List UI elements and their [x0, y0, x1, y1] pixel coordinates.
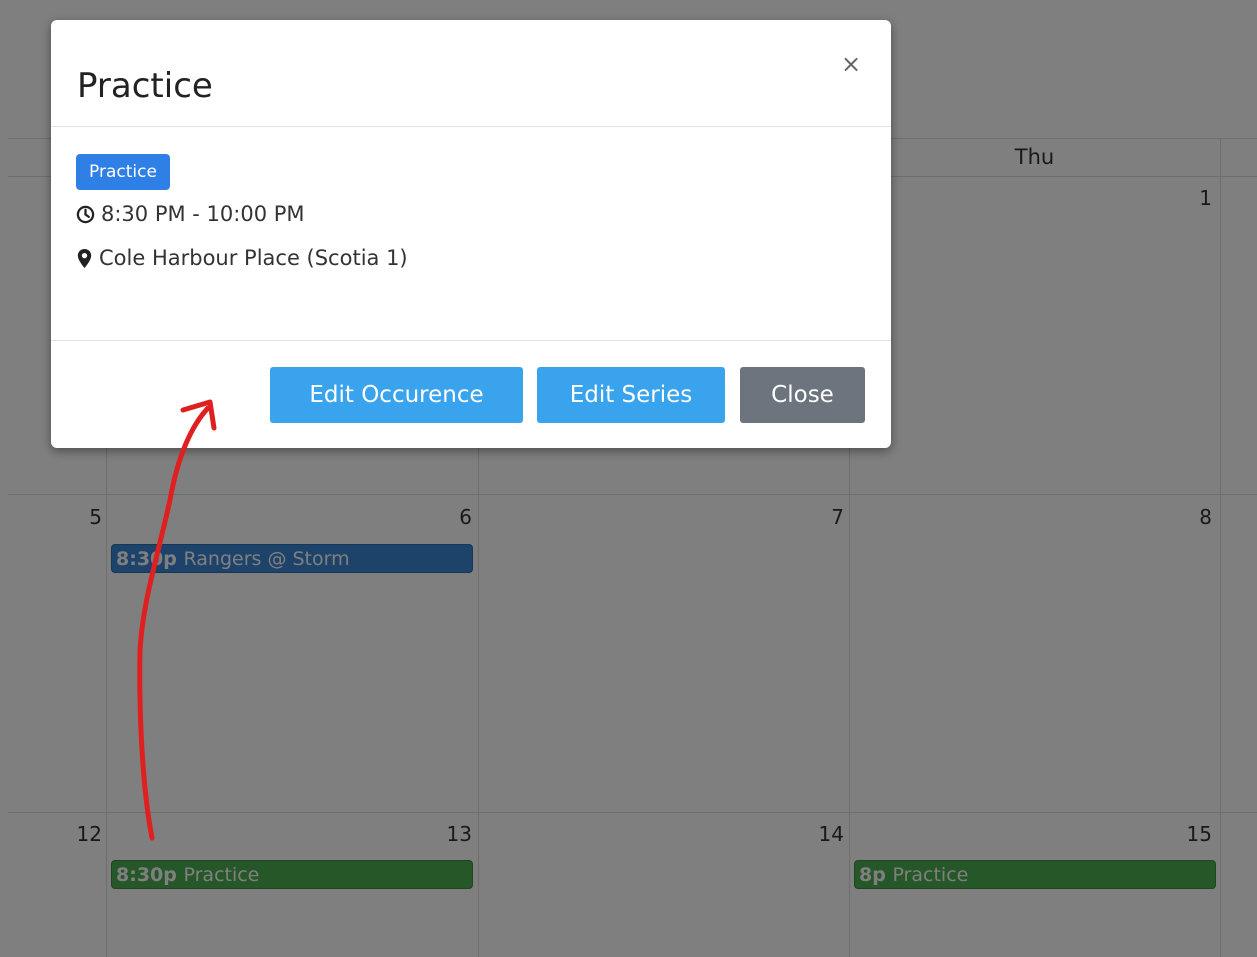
modal-header-divider	[51, 126, 891, 127]
edit-series-button[interactable]: Edit Series	[537, 367, 725, 423]
event-location-text: Cole Harbour Place (Scotia 1)	[99, 246, 408, 270]
close-icon[interactable]: ×	[841, 50, 861, 78]
modal-title: Practice	[77, 66, 213, 106]
event-type-badge: Practice	[76, 154, 170, 190]
event-location-row: Cole Harbour Place (Scotia 1)	[76, 244, 408, 272]
event-time-row: 8:30 PM - 10:00 PM	[76, 200, 305, 228]
event-time-text: 8:30 PM - 10:00 PM	[101, 202, 305, 226]
event-detail-modal: Practice × Practice 8:30 PM - 10:00 PM C…	[51, 20, 891, 448]
map-marker-icon	[77, 248, 92, 268]
modal-footer-divider	[51, 340, 891, 341]
clock-icon	[76, 205, 95, 223]
edit-occurrence-button[interactable]: Edit Occurence	[270, 367, 523, 423]
close-button[interactable]: Close	[740, 367, 865, 423]
